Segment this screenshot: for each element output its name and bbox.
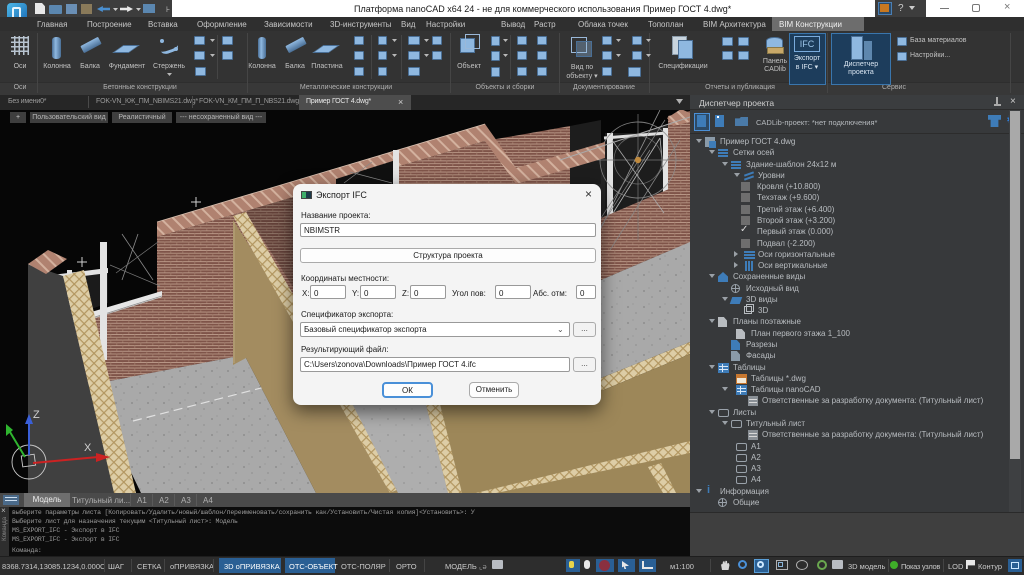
svg-text:X: X [84,442,92,454]
svg-text:Z: Z [33,409,40,421]
